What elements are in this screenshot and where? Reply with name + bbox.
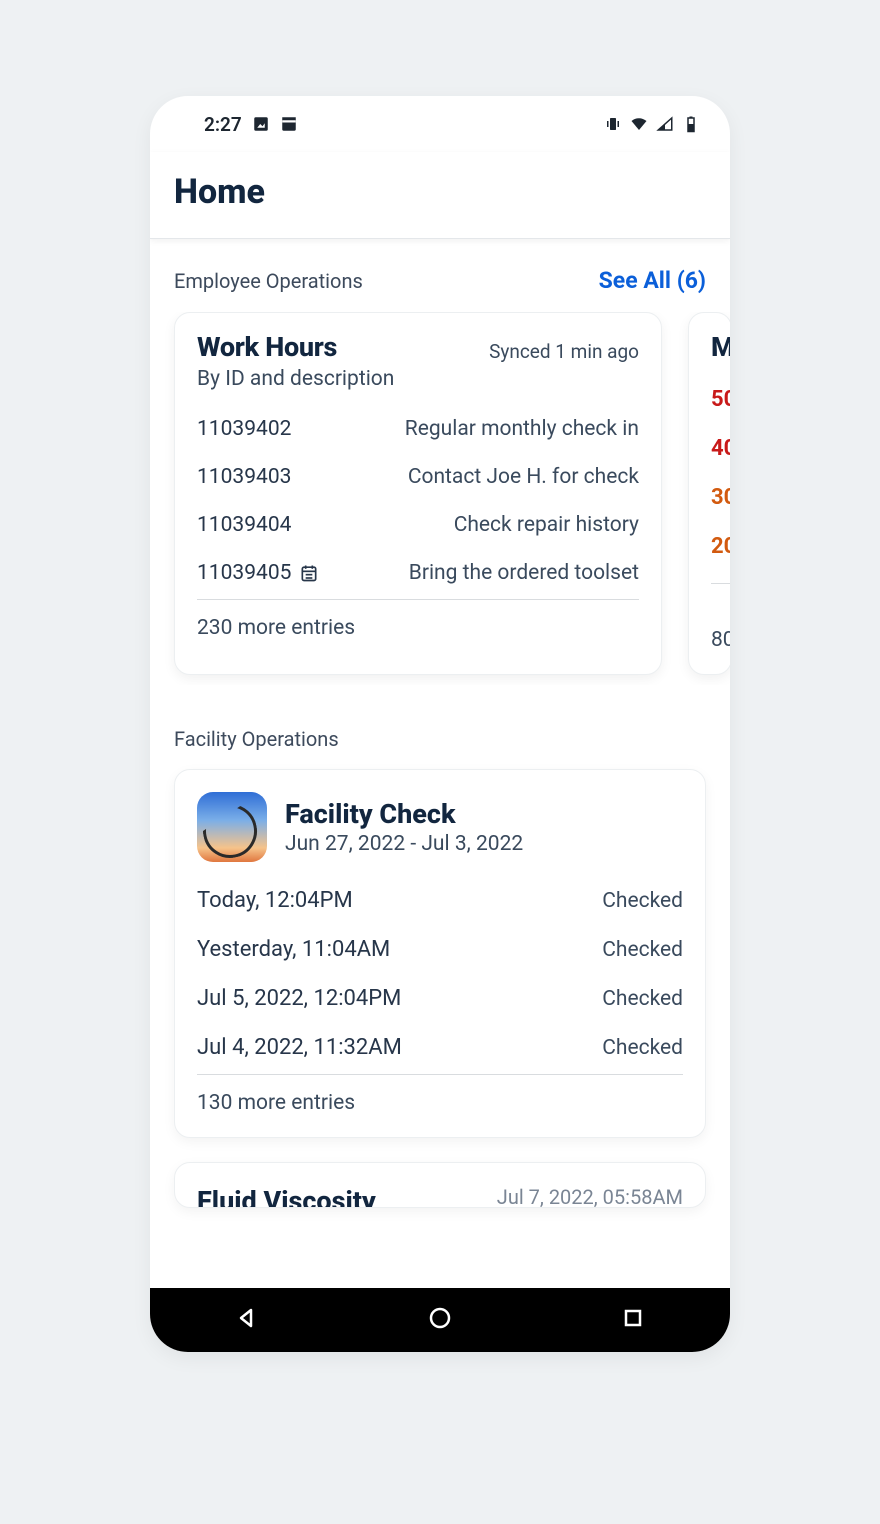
employee-card-strip[interactable]: Work Hours Synced 1 min ago By ID and de… [150, 312, 730, 685]
facility-status: Checked [602, 1036, 683, 1060]
app-header: Home [150, 152, 730, 239]
image-icon [252, 115, 270, 133]
peek-value: 50 [711, 387, 730, 412]
row-id: 11039403 [197, 465, 291, 489]
facility-card-daterange: Jun 27, 2022 - Jul 3, 2022 [285, 832, 523, 856]
facility-row[interactable]: Jul 5, 2022, 12:04PM Checked [197, 974, 683, 1023]
row-id: 11039402 [197, 417, 291, 441]
android-nav-bar [150, 1288, 730, 1352]
work-hours-row[interactable]: 11039405 Bring the ordered toolset [197, 549, 639, 597]
fluid-date: Jul 7, 2022, 05:58AM [497, 1185, 683, 1208]
row-id: 11039405 [197, 561, 291, 585]
row-desc: Bring the ordered toolset [409, 561, 639, 585]
fluid-viscosity-card[interactable]: Fluid Viscosity Jul 7, 2022, 05:58AM [174, 1162, 706, 1208]
signal-icon [656, 115, 674, 133]
facility-when: Today, 12:04PM [197, 888, 353, 913]
back-icon[interactable] [235, 1306, 259, 1334]
peek-value: 30 [711, 485, 730, 510]
peek-title: M [711, 331, 730, 363]
facility-thumbnail [197, 792, 267, 862]
row-id: 11039404 [197, 513, 291, 537]
calendar-icon [299, 563, 319, 583]
employee-card-peek[interactable]: M 50 40 30 20 80 [688, 312, 730, 675]
home-icon[interactable] [428, 1306, 452, 1334]
battery-icon [682, 115, 700, 133]
recents-icon[interactable] [621, 1306, 645, 1334]
phone-frame: 2:27 Home [150, 96, 730, 1352]
facility-section-label: Facility Operations [174, 727, 706, 751]
status-bar: 2:27 [150, 96, 730, 152]
facility-status: Checked [602, 889, 683, 913]
row-desc: Check repair history [454, 513, 639, 537]
main-scroll[interactable]: Employee Operations See All (6) Work Hou… [150, 239, 730, 1352]
wifi-icon [630, 115, 648, 133]
divider [711, 583, 730, 584]
page-title: Home [174, 172, 706, 212]
peek-value: 20 [711, 534, 730, 559]
work-hours-row[interactable]: 11039402 Regular monthly check in [197, 405, 639, 453]
employee-section-header: Employee Operations See All (6) [150, 267, 730, 312]
facility-status: Checked [602, 938, 683, 962]
fluid-title: Fluid Viscosity [197, 1185, 376, 1208]
work-hours-card[interactable]: Work Hours Synced 1 min ago By ID and de… [174, 312, 662, 675]
facility-when: Jul 4, 2022, 11:32AM [197, 1035, 402, 1060]
facility-when: Yesterday, 11:04AM [197, 937, 390, 962]
calendar-small-icon [280, 115, 298, 133]
facility-status: Checked [602, 987, 683, 1011]
work-hours-sync: Synced 1 min ago [489, 340, 639, 363]
row-desc: Regular monthly check in [405, 417, 639, 441]
work-hours-more[interactable]: 230 more entries [197, 600, 639, 640]
see-all-link[interactable]: See All (6) [599, 267, 706, 294]
work-hours-subtitle: By ID and description [197, 367, 639, 391]
status-time: 2:27 [204, 113, 242, 136]
peek-value: 40 [711, 436, 730, 461]
facility-row[interactable]: Yesterday, 11:04AM Checked [197, 925, 683, 974]
employee-section-label: Employee Operations [174, 269, 363, 293]
facility-card-title: Facility Check [285, 798, 523, 830]
facility-more[interactable]: 130 more entries [197, 1075, 683, 1115]
peek-footer: 80 [711, 628, 730, 652]
facility-row[interactable]: Jul 4, 2022, 11:32AM Checked [197, 1023, 683, 1072]
work-hours-row[interactable]: 11039404 Check repair history [197, 501, 639, 549]
work-hours-title: Work Hours [197, 331, 337, 363]
facility-check-card[interactable]: Facility Check Jun 27, 2022 - Jul 3, 202… [174, 769, 706, 1138]
row-desc: Contact Joe H. for check [408, 465, 639, 489]
work-hours-row[interactable]: 11039403 Contact Joe H. for check [197, 453, 639, 501]
facility-when: Jul 5, 2022, 12:04PM [197, 986, 401, 1011]
facility-row[interactable]: Today, 12:04PM Checked [197, 876, 683, 925]
vibrate-icon [604, 115, 622, 133]
